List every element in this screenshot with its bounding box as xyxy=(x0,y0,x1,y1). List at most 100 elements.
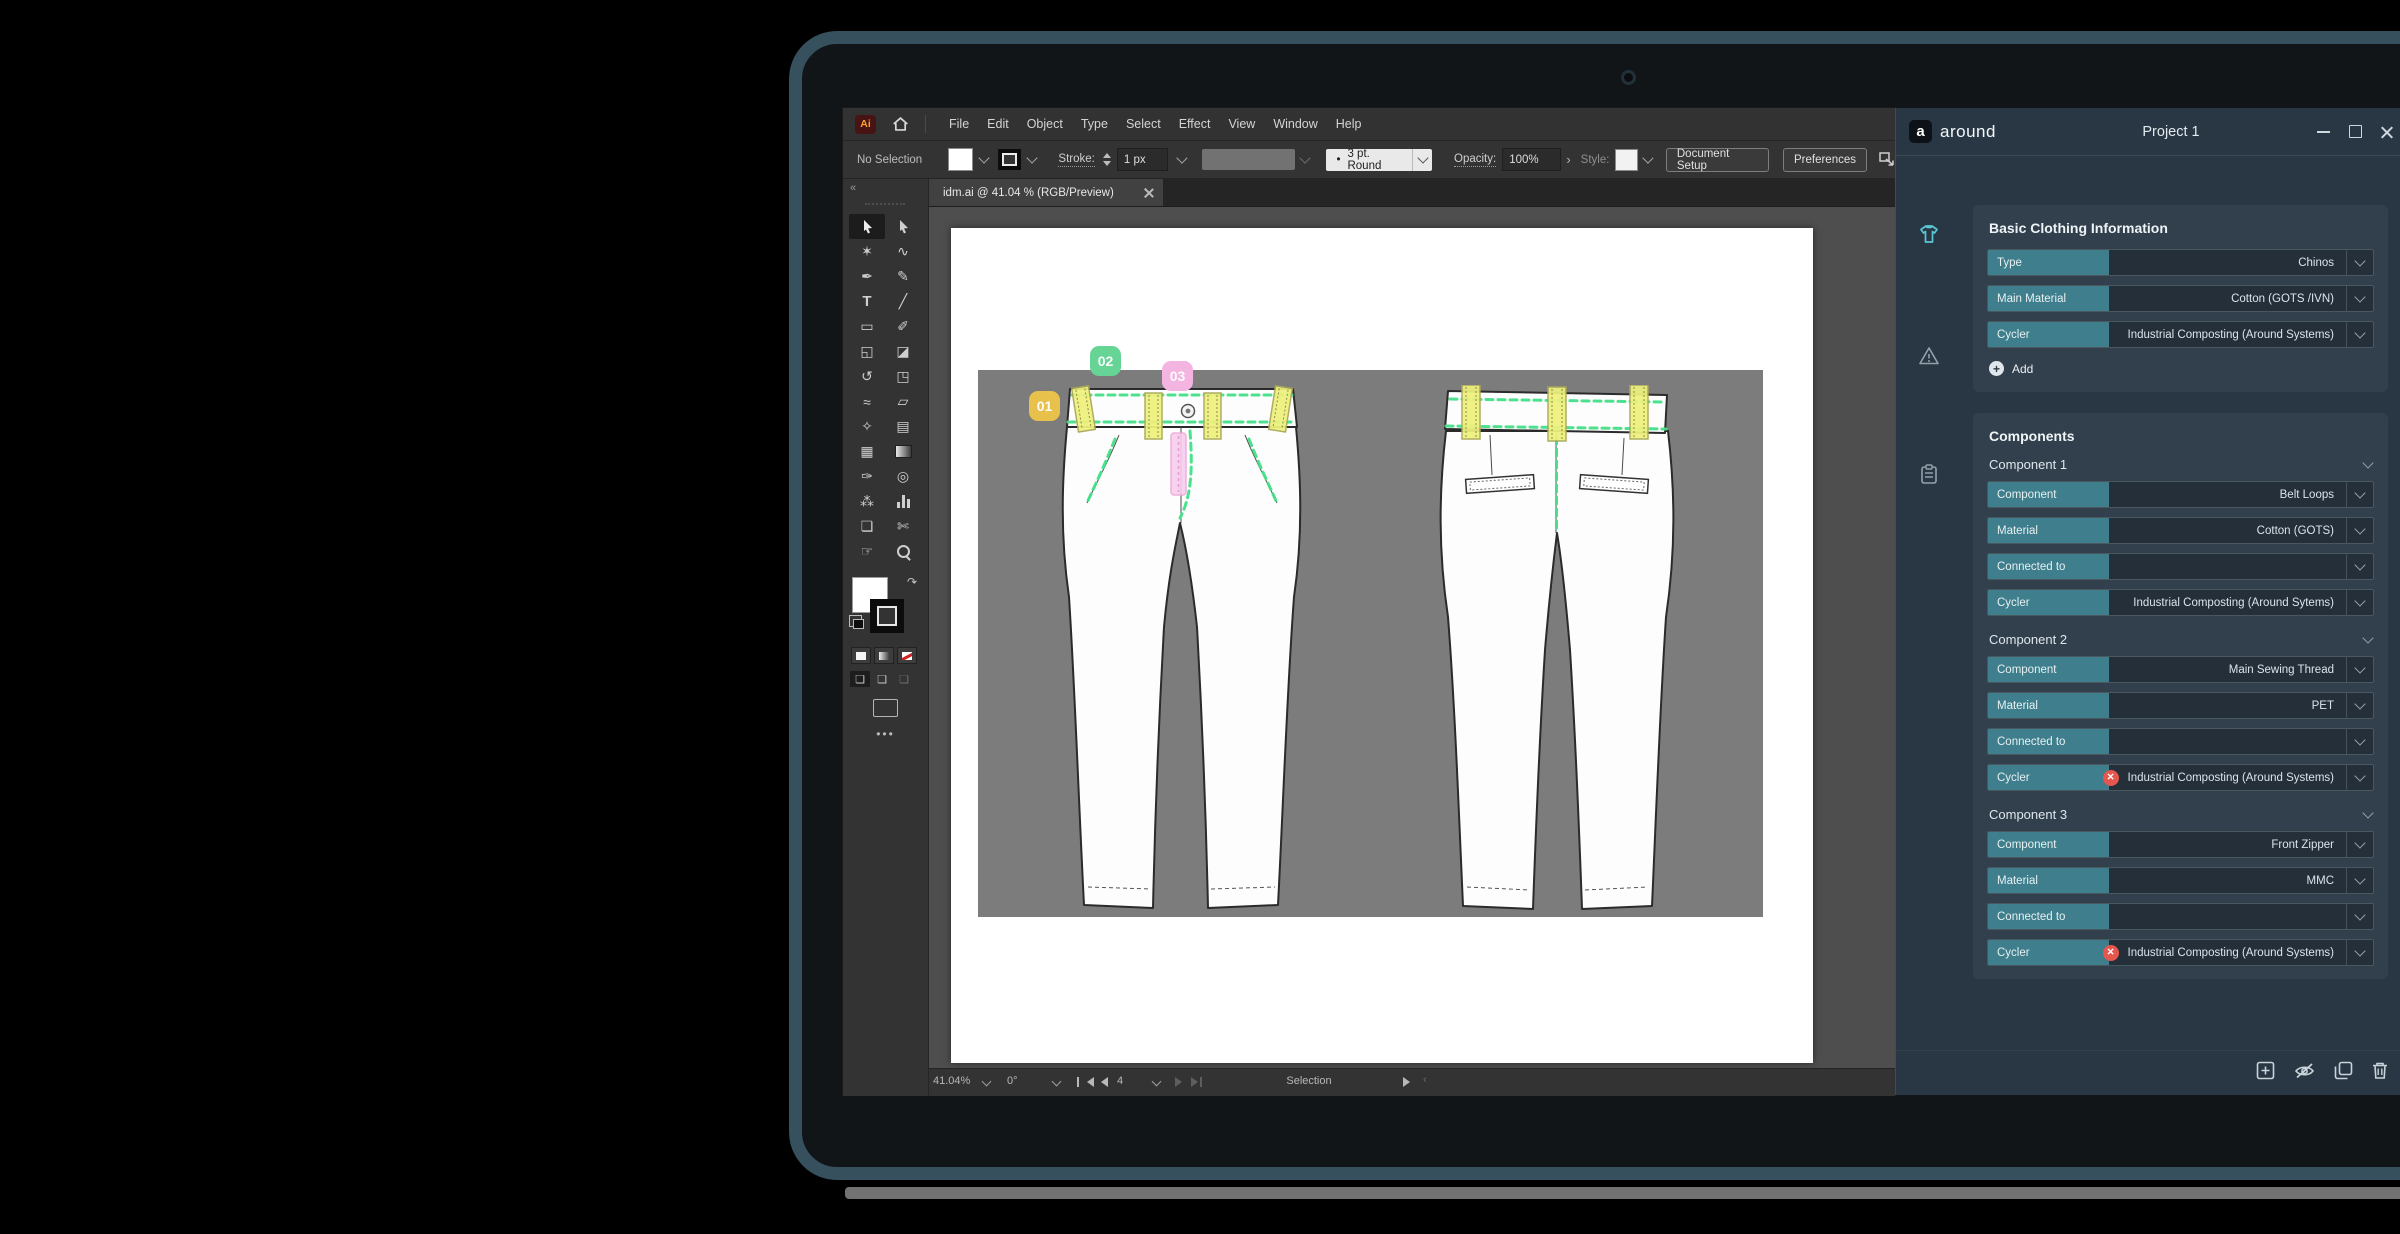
scale-tool[interactable]: ◳ xyxy=(885,364,921,389)
opacity-input[interactable]: 100% xyxy=(1502,148,1561,171)
stroke-color-control[interactable] xyxy=(870,599,904,633)
rotation-value[interactable]: 0° xyxy=(1007,1075,1018,1087)
dropdown-segment[interactable] xyxy=(2346,482,2373,507)
close-tab-icon[interactable] xyxy=(1144,188,1153,197)
chevron-down-icon[interactable] xyxy=(1177,152,1188,163)
material-row[interactable]: Material MMC xyxy=(1987,867,2374,894)
component-marker-02[interactable]: 02 xyxy=(1090,346,1121,376)
stroke-label[interactable]: Stroke: xyxy=(1058,153,1094,167)
menu-edit[interactable]: Edit xyxy=(978,108,1018,140)
line-segment-tool[interactable]: ╱ xyxy=(885,289,921,314)
cycler-row[interactable]: Cycler Industrial Composting (Around Syt… xyxy=(1987,589,2374,616)
width-tool[interactable]: ≈ xyxy=(849,389,885,414)
component-row[interactable]: Component Front Zipper xyxy=(1987,831,2374,858)
blend-tool[interactable]: ◎ xyxy=(885,464,921,489)
material-row[interactable]: Material PET xyxy=(1987,692,2374,719)
dropdown-segment[interactable] xyxy=(2346,250,2373,275)
chevron-down-icon[interactable] xyxy=(1299,152,1310,163)
dropdown-segment[interactable] xyxy=(2346,765,2373,790)
menu-help[interactable]: Help xyxy=(1327,108,1371,140)
fill-swatch[interactable] xyxy=(948,148,973,171)
pen-tool[interactable]: ✒ xyxy=(849,264,885,289)
rectangle-tool[interactable]: ▭ xyxy=(849,314,885,339)
dropdown-segment[interactable] xyxy=(2346,940,2373,965)
graph-tool[interactable] xyxy=(885,489,921,514)
chevron-segment[interactable] xyxy=(1412,149,1432,171)
style-swatch[interactable] xyxy=(1615,149,1638,171)
delete-icon[interactable] xyxy=(2371,1061,2389,1085)
zoom-tool[interactable] xyxy=(885,539,921,564)
dropdown-segment[interactable] xyxy=(2346,729,2373,754)
material-row[interactable]: Material Cotton (GOTS) xyxy=(1987,517,2374,544)
stroke-color-dropdown[interactable] xyxy=(998,149,1036,170)
last-artboard-icon[interactable] xyxy=(1191,1077,1198,1087)
dropdown-segment[interactable] xyxy=(2346,286,2373,311)
component-row[interactable]: Component Belt Loops xyxy=(1987,481,2374,508)
menu-window[interactable]: Window xyxy=(1264,108,1326,140)
default-fill-stroke-icon[interactable] xyxy=(849,615,862,627)
component-3-header[interactable]: Component 3 xyxy=(1989,807,2372,822)
eraser-tool[interactable]: ◪ xyxy=(885,339,921,364)
stroke-weight-stepper[interactable] xyxy=(1103,153,1111,166)
dropdown-segment[interactable] xyxy=(2346,554,2373,579)
curvature-tool[interactable]: ✎ xyxy=(885,264,921,289)
cycler-row-error[interactable]: Cycler Industrial Composting (Around Sys… xyxy=(1987,764,2374,791)
hand-tool[interactable]: ☞ xyxy=(849,539,885,564)
magic-wand-tool[interactable]: ✶ xyxy=(849,239,885,264)
slice-tool[interactable]: ✄ xyxy=(885,514,921,539)
collapse-panel-icon[interactable]: « xyxy=(850,182,856,194)
opacity-label[interactable]: Opacity: xyxy=(1454,153,1496,167)
artboard-number-value[interactable]: 4 xyxy=(1117,1075,1123,1087)
dropdown-segment[interactable] xyxy=(2346,832,2373,857)
cycler-row[interactable]: Cycler Industrial Composting (Around Sys… xyxy=(1987,321,2374,348)
color-button[interactable] xyxy=(851,647,871,664)
gradient-tool[interactable] xyxy=(885,439,921,464)
component-row[interactable]: Component Main Sewing Thread xyxy=(1987,656,2374,683)
symbol-sprayer-tool[interactable]: ⁂ xyxy=(849,489,885,514)
dropdown-segment[interactable] xyxy=(2346,518,2373,543)
edit-toolbar-icon[interactable]: ••• xyxy=(843,727,928,741)
stroke-swatch[interactable] xyxy=(998,149,1021,170)
play-icon[interactable] xyxy=(1403,1077,1410,1087)
component-1-header[interactable]: Component 1 xyxy=(1989,457,2372,472)
draw-inside-button[interactable]: ❏ xyxy=(894,671,914,687)
close-icon[interactable] xyxy=(2381,126,2393,138)
first-artboard-icon[interactable] xyxy=(1087,1077,1094,1087)
previous-artboard-icon[interactable] xyxy=(1101,1077,1108,1087)
shaper-tool[interactable]: ✧ xyxy=(849,414,885,439)
connected-to-row[interactable]: Connected to xyxy=(1987,553,2374,580)
component-marker-03[interactable]: 03 xyxy=(1162,361,1193,391)
swap-fill-stroke-icon[interactable]: ↷ xyxy=(907,575,917,589)
document-setup-button[interactable]: Document Setup xyxy=(1666,148,1769,172)
component-2-header[interactable]: Component 2 xyxy=(1989,632,2372,647)
menu-object[interactable]: Object xyxy=(1018,108,1072,140)
selection-tool[interactable] xyxy=(849,214,885,239)
artboard-tool[interactable]: ❏ xyxy=(849,514,885,539)
preferences-button[interactable]: Preferences xyxy=(1783,148,1867,172)
zoom-dropdown-icon[interactable] xyxy=(982,1077,992,1087)
chevron-down-icon[interactable] xyxy=(1643,152,1654,163)
menu-effect[interactable]: Effect xyxy=(1170,108,1220,140)
canvas[interactable]: 01 02 03 xyxy=(929,207,1895,1068)
direct-selection-tool[interactable] xyxy=(885,214,921,239)
shape-builder-tool[interactable]: ◱ xyxy=(849,339,885,364)
main-material-row[interactable]: Main Material Cotton (GOTS /IVN) xyxy=(1987,285,2374,312)
hide-layers-icon[interactable] xyxy=(2293,1061,2316,1085)
fill-color-dropdown[interactable] xyxy=(948,148,988,171)
lasso-tool[interactable]: ∿ xyxy=(885,239,921,264)
menu-select[interactable]: Select xyxy=(1117,108,1170,140)
cycler-row-error[interactable]: Cycler Industrial Composting (Around Sys… xyxy=(1987,939,2374,966)
duplicate-icon[interactable] xyxy=(2334,1061,2353,1085)
maximize-icon[interactable] xyxy=(2349,125,2362,138)
warning-tab-icon[interactable] xyxy=(1918,345,1940,367)
screen-mode-button[interactable] xyxy=(873,699,898,717)
dropdown-segment[interactable] xyxy=(2346,868,2373,893)
home-icon[interactable] xyxy=(892,116,909,132)
paintbrush-tool[interactable]: ✐ xyxy=(885,314,921,339)
stroke-weight-input[interactable]: 1 px xyxy=(1117,148,1169,171)
gradient-button[interactable] xyxy=(874,647,894,664)
eyedropper-tool[interactable]: ✑ xyxy=(849,464,885,489)
mesh-tool[interactable]: ▦ xyxy=(849,439,885,464)
free-transform-tool[interactable]: ▱ xyxy=(885,389,921,414)
menu-view[interactable]: View xyxy=(1219,108,1264,140)
